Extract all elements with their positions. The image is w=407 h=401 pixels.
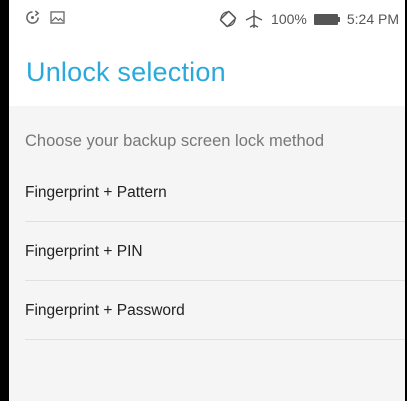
page-title: Unlock selection (26, 57, 226, 87)
divider (25, 280, 405, 281)
divider (25, 339, 405, 340)
airplane-mode-icon (244, 9, 264, 29)
left-edge (0, 0, 9, 401)
option-fingerprint-password[interactable]: Fingerprint + Password (9, 282, 405, 340)
clock: 5:24 PM (346, 11, 399, 27)
battery-icon (313, 13, 340, 25)
option-label: Fingerprint + PIN (25, 243, 143, 260)
rotate-icon (219, 10, 237, 28)
image-icon (50, 11, 65, 24)
option-label: Fingerprint + Password (25, 302, 185, 319)
app-header: Unlock selection (9, 38, 405, 106)
battery-percent: 100% (271, 11, 307, 27)
status-left (25, 10, 65, 25)
option-fingerprint-pin[interactable]: Fingerprint + PIN (9, 223, 405, 281)
content: Choose your backup screen lock method Fi… (9, 106, 405, 401)
screen: 100% 5:24 PM Unlock selection Choose you… (0, 0, 407, 401)
status-bar: 100% 5:24 PM (9, 0, 405, 38)
section-subtitle: Choose your backup screen lock method (25, 132, 324, 150)
divider (25, 221, 405, 222)
sync-icon (25, 10, 40, 25)
status-right: 100% 5:24 PM (219, 9, 399, 29)
option-fingerprint-pattern[interactable]: Fingerprint + Pattern (9, 164, 405, 222)
option-label: Fingerprint + Pattern (25, 184, 167, 201)
